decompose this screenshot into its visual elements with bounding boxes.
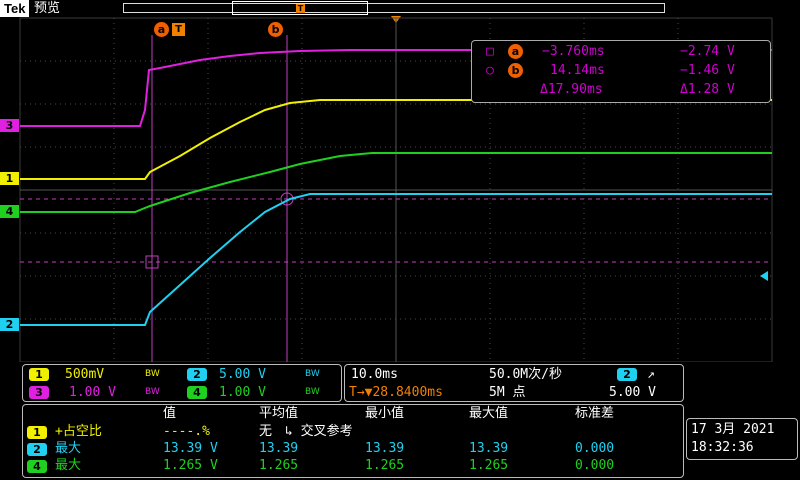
meas-row2-name: 最大: [55, 441, 82, 456]
meas-row3-std: 0.000: [575, 458, 615, 473]
cursor-a-symbol: □: [486, 44, 494, 59]
ch1-bw-icon: BW: [145, 369, 160, 379]
date: 17 3月 2021: [691, 422, 775, 437]
col-header-mean: 平均值: [259, 406, 299, 421]
trigger-position: T→▼28.8400ms: [349, 385, 443, 400]
cursor-b-label[interactable]: b: [268, 22, 283, 37]
meas-row1-chip: 1: [27, 426, 47, 439]
ch1-chip: 1: [29, 368, 49, 381]
ch3-chip: 3: [29, 386, 49, 399]
cursor-delta-time: Δ17.90ms: [540, 82, 603, 97]
col-header-max: 最大值: [469, 406, 509, 421]
cursor-a-time: −3.760ms: [542, 44, 605, 59]
meas-row2-chip: 2: [27, 443, 47, 456]
meas-row3-min: 1.265: [365, 458, 405, 473]
ch4-bw-icon: BW: [305, 387, 320, 397]
meas-row1-value: ----.%: [163, 424, 210, 439]
sample-rate: 50.0M次/秒: [489, 367, 562, 382]
ch2-bw-icon: BW: [305, 369, 320, 379]
time: 18:32:36: [691, 440, 754, 455]
cursor-delta-volt: Δ1.28 V: [680, 82, 735, 97]
col-header-min: 最小值: [365, 406, 405, 421]
cursor-b-volt: −1.46 V: [680, 63, 735, 78]
trigger-source-chip: 2: [617, 368, 637, 381]
meas-row1-mean: 无: [259, 424, 273, 439]
cursor-a-label[interactable]: a: [154, 22, 169, 37]
bottom-panel: 1 500mV BW 2 5.00 V BW 3 1.00 V BW 4 1.0…: [0, 362, 800, 480]
offscreen-arrow-icon: [760, 271, 768, 281]
meas-row2-std: 0.000: [575, 441, 615, 456]
horizontal-settings[interactable]: 10.0ms 50.0M次/秒 T→▼28.8400ms 5M 点 2 ↗ 5.…: [344, 364, 684, 402]
meas-row3-value: 1.265 V: [163, 458, 218, 473]
cursor-b-time: 14.14ms: [550, 63, 605, 78]
meas-row2-min: 13.39: [365, 441, 405, 456]
ch3-marker[interactable]: 3: [0, 119, 19, 132]
meas-row2-max: 13.39: [469, 441, 509, 456]
ch3-scale: 1.00 V: [69, 385, 116, 400]
cursor-a-volt: −2.74 V: [680, 44, 735, 59]
trigger-cursor-label: T: [172, 23, 185, 36]
meas-row2-mean: 13.39: [259, 441, 299, 456]
ch4-scale: 1.00 V: [219, 385, 266, 400]
ch2-scale: 5.00 V: [219, 367, 266, 382]
ch2-chip: 2: [187, 368, 207, 381]
ch1-marker[interactable]: 1: [0, 172, 19, 185]
record-length: 5M 点: [489, 385, 526, 400]
trigger-slope-icon: ↗: [647, 367, 655, 382]
meas-row1-name: +占空比: [55, 424, 102, 439]
measurement-table[interactable]: 值 平均值 最小值 最大值 标准差 1 +占空比 ----.% 无 ↳ 交叉参考…: [22, 404, 684, 478]
cursor-b-icon: b: [508, 63, 523, 78]
col-header-std: 标准差: [575, 406, 615, 421]
trigger-level: 5.00 V: [609, 385, 656, 400]
meas-row3-mean: 1.265: [259, 458, 299, 473]
cursor-a-icon: a: [508, 44, 523, 59]
meas-row2-value: 13.39 V: [163, 441, 218, 456]
cursor-b-symbol: ○: [486, 63, 494, 78]
ch4-chip: 4: [187, 386, 207, 399]
col-header-value: 值: [163, 406, 177, 421]
ch4-marker[interactable]: 4: [0, 205, 19, 218]
ch2-marker[interactable]: 2: [0, 318, 19, 331]
meas-row3-chip: 4: [27, 460, 47, 473]
meas-row3-max: 1.265: [469, 458, 509, 473]
vertical-settings[interactable]: 1 500mV BW 2 5.00 V BW 3 1.00 V BW 4 1.0…: [22, 364, 342, 402]
meas-row3-name: 最大: [55, 458, 82, 473]
cursor-readout-panel: □ a −3.760ms −2.74 V ○ b 14.14ms −1.46 V…: [471, 40, 771, 103]
ch1-scale: 500mV: [65, 367, 105, 382]
meas-row1-note: ↳ 交叉参考: [285, 424, 353, 439]
ch3-bw-icon: BW: [145, 387, 160, 397]
datetime-box: 17 3月 2021 18:32:36: [686, 418, 798, 460]
timebase: 10.0ms: [351, 367, 398, 382]
